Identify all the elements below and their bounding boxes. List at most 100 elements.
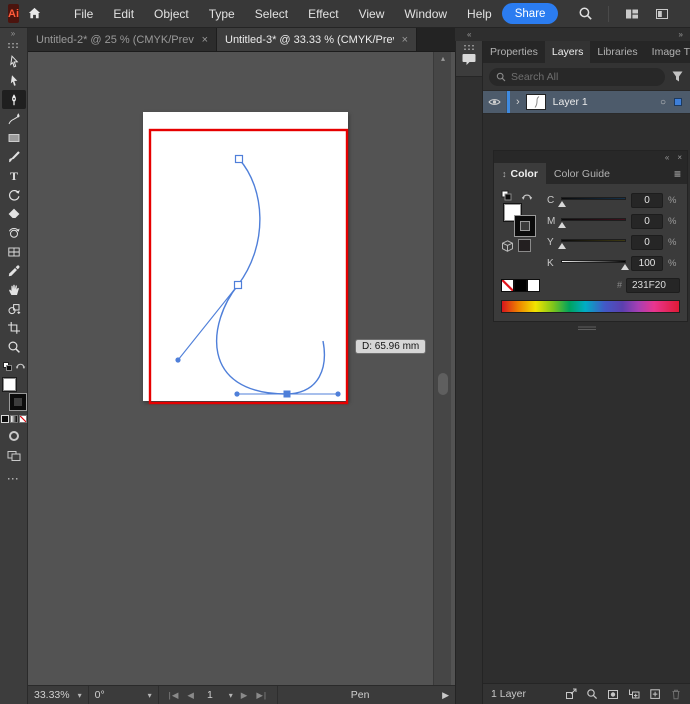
home-button[interactable] [27, 3, 42, 25]
gamut-warning-cube-icon[interactable] [501, 240, 514, 253]
tool-rotate-view[interactable] [2, 223, 26, 242]
scroll-up-icon[interactable]: ▴ [434, 54, 452, 63]
menu-help[interactable]: Help [457, 0, 502, 28]
color-mode-button[interactable] [1, 415, 9, 423]
expand-dock-icon[interactable]: » [679, 30, 683, 39]
tab-color[interactable]: ↕ Color [494, 163, 546, 184]
tab-properties[interactable]: Properties [483, 41, 545, 63]
arrange-documents-button[interactable] [651, 3, 673, 25]
layer-expand-chevron[interactable]: › [516, 96, 520, 108]
share-button[interactable]: Share [502, 3, 559, 24]
document-tab-untitled-2[interactable]: Untitled-2* @ 25 % (CMYK/Previe... × [28, 28, 217, 51]
comments-panel-button[interactable] [456, 41, 482, 77]
close-tab-icon[interactable]: × [402, 34, 408, 46]
slider-handle[interactable] [621, 264, 629, 270]
app-logo-icon[interactable]: Ai [8, 4, 19, 23]
tool-hand[interactable] [2, 280, 26, 299]
panel-grip[interactable] [463, 44, 476, 50]
black-swatch[interactable] [514, 279, 527, 292]
none-swatch[interactable] [501, 279, 514, 292]
collect-for-export-icon[interactable] [565, 688, 577, 700]
tool-eyedropper[interactable] [2, 261, 26, 280]
panel-resize-grip[interactable] [578, 325, 596, 330]
black-value-field[interactable] [631, 256, 663, 271]
layer-thumbnail[interactable] [526, 94, 546, 110]
chevron-down-icon[interactable]: ▾ [78, 691, 82, 700]
screen-mode-button[interactable] [7, 449, 21, 465]
chevron-down-icon[interactable]: ▾ [229, 691, 233, 700]
artboard-number[interactable]: 1 [199, 689, 221, 701]
new-layer-icon[interactable] [649, 688, 661, 700]
draw-mode-button[interactable] [9, 431, 19, 441]
stroke-swatch[interactable] [10, 394, 26, 410]
search-button[interactable] [574, 3, 596, 25]
workspace-switcher-button[interactable] [621, 3, 643, 25]
status-bar-menu-icon[interactable]: ▶ [442, 690, 455, 701]
menu-object[interactable]: Object [144, 0, 199, 28]
yellow-slider[interactable] [561, 237, 626, 249]
slider-handle[interactable] [558, 201, 566, 207]
tool-pen[interactable] [2, 90, 26, 109]
menu-window[interactable]: Window [394, 0, 457, 28]
tab-layers[interactable]: Layers [545, 41, 591, 63]
delete-layer-icon[interactable] [670, 688, 682, 700]
color-panel-menu-icon[interactable]: ≡ [668, 163, 687, 184]
menu-file[interactable]: File [64, 0, 103, 28]
locate-object-icon[interactable] [586, 688, 598, 700]
layer-selection-indicator[interactable] [674, 98, 682, 106]
tool-paintbrush[interactable] [2, 147, 26, 166]
default-fill-stroke-icon[interactable] [501, 190, 513, 202]
toolbar-expand-button[interactable]: » [0, 28, 27, 40]
yellow-value-field[interactable] [631, 235, 663, 250]
tool-shape-builder[interactable] [2, 299, 26, 318]
clipping-mask-icon[interactable] [607, 688, 619, 700]
none-mode-button[interactable] [19, 415, 27, 423]
layer-name[interactable]: Layer 1 [553, 96, 588, 108]
close-tab-icon[interactable]: × [202, 34, 208, 46]
stroke-swatch[interactable] [515, 216, 535, 236]
document-tab-untitled-3[interactable]: Untitled-3* @ 33.33 % (CMYK/Preview) × [217, 28, 417, 51]
layer-target-icon[interactable]: ○ [660, 97, 666, 108]
close-panel-icon[interactable]: × [677, 153, 682, 162]
tab-image-trace[interactable]: Image Tra [645, 41, 690, 63]
tool-mesh[interactable] [2, 242, 26, 261]
previous-artboard-button[interactable]: ◀ [187, 690, 195, 701]
last-artboard-button[interactable]: ▶| [256, 690, 267, 701]
menu-effect[interactable]: Effect [298, 0, 348, 28]
vertical-scrollbar[interactable]: ▴ [433, 52, 451, 685]
slider-handle[interactable] [558, 243, 566, 249]
rotation-control[interactable]: 0° ▾ [89, 686, 159, 704]
zoom-level-control[interactable]: 33.33% ▾ [28, 686, 89, 704]
swap-fill-stroke-icon[interactable] [15, 360, 26, 371]
chevron-down-icon[interactable]: ▾ [148, 691, 152, 700]
filter-funnel-icon[interactable] [671, 70, 684, 83]
black-slider[interactable] [561, 258, 626, 270]
tab-libraries[interactable]: Libraries [590, 41, 644, 63]
menu-edit[interactable]: Edit [103, 0, 144, 28]
layer-visibility-toggle[interactable] [483, 91, 507, 113]
tool-type[interactable]: T [2, 166, 26, 185]
collapse-comments-icon[interactable]: « [467, 30, 471, 39]
tool-direct-selection[interactable] [2, 52, 26, 71]
magenta-value-field[interactable] [631, 214, 663, 229]
menu-select[interactable]: Select [245, 0, 298, 28]
tool-curvature[interactable] [2, 109, 26, 128]
tool-zoom[interactable] [2, 337, 26, 356]
tool-rectangle[interactable] [2, 128, 26, 147]
tool-rotate[interactable] [2, 185, 26, 204]
tool-selection[interactable] [2, 71, 26, 90]
edit-toolbar-button[interactable]: ··· [8, 474, 20, 484]
tool-artboard[interactable] [2, 318, 26, 337]
scrollbar-thumb[interactable] [438, 373, 448, 395]
cyan-value-field[interactable] [631, 193, 663, 208]
next-artboard-button[interactable]: ▶ [241, 690, 249, 701]
search-input[interactable] [511, 71, 658, 83]
new-sublayer-icon[interactable] [628, 688, 640, 700]
toolbar-grip[interactable] [7, 42, 20, 48]
collapse-panel-icon[interactable]: « [665, 153, 669, 162]
color-spectrum-bar[interactable] [501, 300, 680, 313]
first-artboard-button[interactable]: |◀ [169, 690, 180, 701]
cyan-slider[interactable] [561, 195, 626, 207]
layers-search-box[interactable] [489, 68, 665, 86]
fill-swatch[interactable] [2, 377, 17, 392]
